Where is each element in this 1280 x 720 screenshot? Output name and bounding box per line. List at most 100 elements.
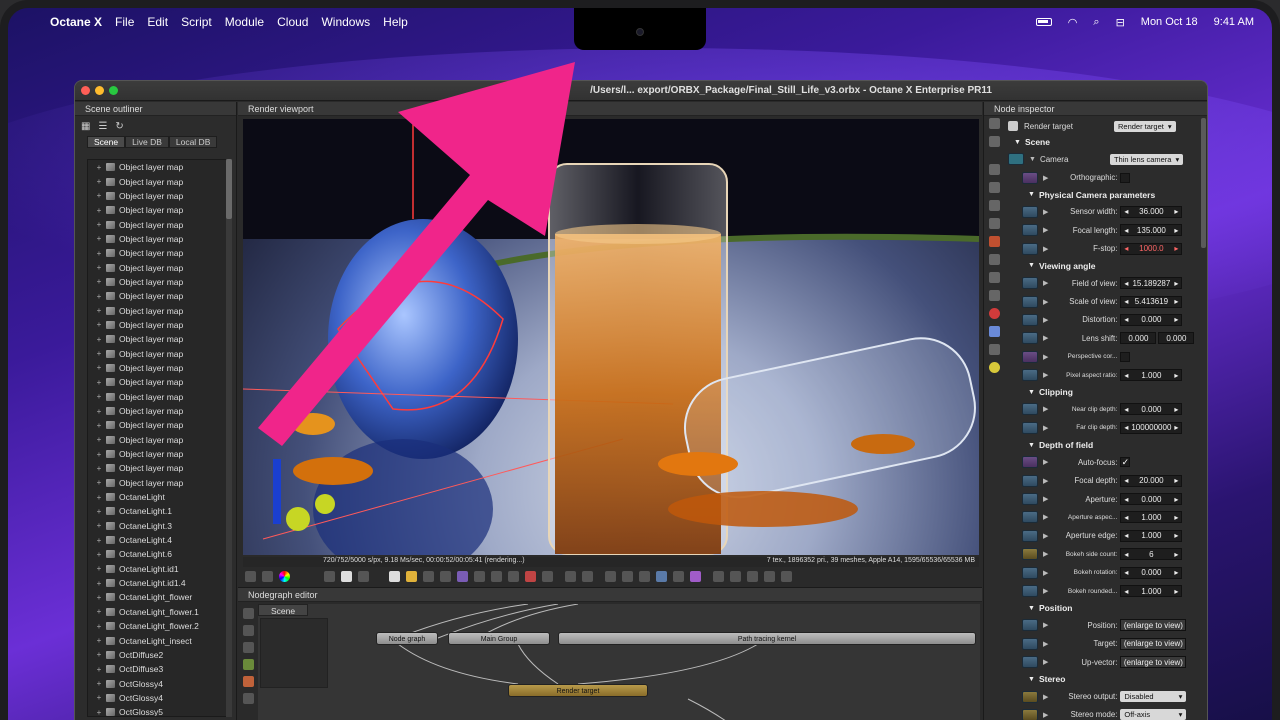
expand-icon[interactable]: ▶ [1043,334,1048,342]
bool-node-icon[interactable] [1022,350,1038,363]
float-node-icon[interactable] [1022,566,1038,579]
nodegraph-canvas[interactable]: Scene Node graph Main Group Path tracing… [258,604,980,720]
float-node-icon[interactable] [1022,313,1038,326]
menu-cloud[interactable]: Cloud [277,15,308,29]
fov-field[interactable]: ◂ 15.189287 ▸ [1120,277,1183,290]
kernel-icon[interactable] [988,236,1000,247]
reset-graph-icon[interactable] [242,608,254,619]
outliner-list-icon[interactable]: ☰ [98,121,107,132]
decrement-icon[interactable]: ◂ [1124,244,1128,253]
expand-icon[interactable]: ▶ [1043,405,1048,413]
layout-icon[interactable] [242,642,254,653]
expand-icon[interactable]: + [94,349,104,358]
lens-shift-x-field[interactable]: 0.000 [1120,332,1157,345]
export-icon[interactable] [639,570,650,582]
render-target-dropdown[interactable]: Render target ▾ [1114,120,1176,132]
scene-section[interactable]: ▼ Scene [1006,134,1202,150]
decrement-icon[interactable]: ◂ [1124,405,1128,414]
expand-icon[interactable]: + [94,263,104,272]
outliner-item[interactable]: + OctaneLight_flower [88,590,228,604]
physical-camera-section[interactable]: ▼ Physical Camera parameters [1006,187,1202,203]
decrement-icon[interactable]: ◂ [1124,315,1128,324]
float-node-icon[interactable] [1022,224,1038,237]
render-mode-icon[interactable] [423,570,434,582]
outliner-item[interactable]: + Object layer map [88,476,228,490]
outliner-item[interactable]: + Object layer map [88,174,228,188]
increment-icon[interactable]: ▸ [1174,513,1178,522]
outliner-item[interactable]: + Object layer map [88,346,228,360]
outliner-item[interactable]: + Object layer map [88,260,228,274]
expand-icon[interactable]: + [94,665,104,674]
menu-module[interactable]: Module [225,15,264,29]
expand-icon[interactable]: ▶ [1043,477,1048,485]
battery-icon[interactable] [1035,18,1052,26]
color-wheel-icon[interactable] [279,570,290,582]
float-node-icon[interactable] [1022,295,1038,308]
restart-render-icon[interactable] [324,570,335,582]
material-icon[interactable] [988,308,1000,319]
clipping-section[interactable]: ▼ Clipping [1006,384,1202,400]
decrement-icon[interactable]: ◂ [1124,279,1128,288]
cube-icon[interactable] [673,570,684,582]
decrement-icon[interactable]: ◂ [1124,226,1128,235]
postproc-icon[interactable] [988,290,1000,301]
float-node-icon[interactable] [1022,205,1038,218]
expand-icon[interactable]: + [94,650,104,659]
expand-icon[interactable]: ▶ [1043,513,1048,521]
increment-icon[interactable]: ▸ [1174,568,1178,577]
expand-icon[interactable]: + [94,191,104,200]
outliner-item[interactable]: + Object layer map [88,246,228,260]
decrement-icon[interactable]: ◂ [1124,207,1128,216]
expand-icon[interactable]: + [94,320,104,329]
expand-icon[interactable]: ▶ [1043,658,1048,666]
region-icon[interactable] [262,570,273,582]
expand-icon[interactable]: + [94,335,104,344]
expand-icon[interactable]: ▼ [1029,156,1036,163]
expand-icon[interactable]: + [94,593,104,602]
outliner-toggle-icon[interactable]: ▦ [81,121,90,132]
viewing-angle-section[interactable]: ▼ Viewing angle [1006,258,1202,274]
outliner-item[interactable]: + Object layer map [88,461,228,475]
outliner-item[interactable]: + Object layer map [88,303,228,317]
float3-node-icon[interactable] [1022,656,1038,669]
target-field[interactable]: (enlarge to view) [1120,637,1187,650]
outliner-item[interactable]: + OctaneLight.1 [88,504,228,518]
pan-icon[interactable] [605,570,616,582]
expand-icon[interactable]: ▶ [1043,353,1048,361]
expand-icon[interactable]: + [94,579,104,588]
outliner-item[interactable]: + OctaneLight.6 [88,547,228,561]
gizmo-icon[interactable] [690,570,701,582]
crop-icon[interactable] [582,570,593,582]
expand-icon[interactable]: + [94,177,104,186]
expand-icon[interactable]: + [94,708,104,716]
search-icon[interactable]: ⌕ [1093,16,1099,29]
expand-icon[interactable]: ▶ [1043,495,1048,503]
outliner-item[interactable]: + Object layer map [88,289,228,303]
outliner-item[interactable]: + OctDiffuse3 [88,662,228,676]
fstop-field[interactable]: ◂ 1000.0 ▸ [1120,242,1183,255]
float-node-icon[interactable] [1022,585,1038,597]
float-node-icon[interactable] [1022,277,1038,290]
increment-icon[interactable]: ▸ [1174,423,1178,432]
expand-icon[interactable]: + [94,450,104,459]
outliner-item[interactable]: + OctaneLight.id1.4 [88,576,228,590]
increment-icon[interactable]: ▸ [1174,297,1178,306]
outliner-item[interactable]: + Object layer map [88,433,228,447]
pause-render-icon[interactable] [389,570,400,582]
expand-icon[interactable]: + [94,407,104,416]
float-node-icon[interactable] [1022,369,1038,382]
color-icon[interactable] [242,676,254,687]
outliner-item[interactable]: + Object layer map [88,404,228,418]
outliner-item[interactable]: + Object layer map [88,375,228,389]
render-target-node[interactable]: Render target [508,684,648,697]
move-icon[interactable] [747,570,758,582]
increment-icon[interactable]: ▸ [1174,279,1178,288]
expand-icon[interactable]: ▶ [1043,587,1048,595]
outliner-item[interactable]: + OctaneLight_insect [88,633,228,647]
float-node-icon[interactable] [1022,421,1038,434]
expand-icon[interactable]: ▶ [1043,245,1048,253]
expand-icon[interactable]: + [94,464,104,473]
expand-icon[interactable]: + [94,306,104,315]
expand-icon[interactable]: + [94,550,104,559]
float-node-icon[interactable] [1022,529,1038,542]
